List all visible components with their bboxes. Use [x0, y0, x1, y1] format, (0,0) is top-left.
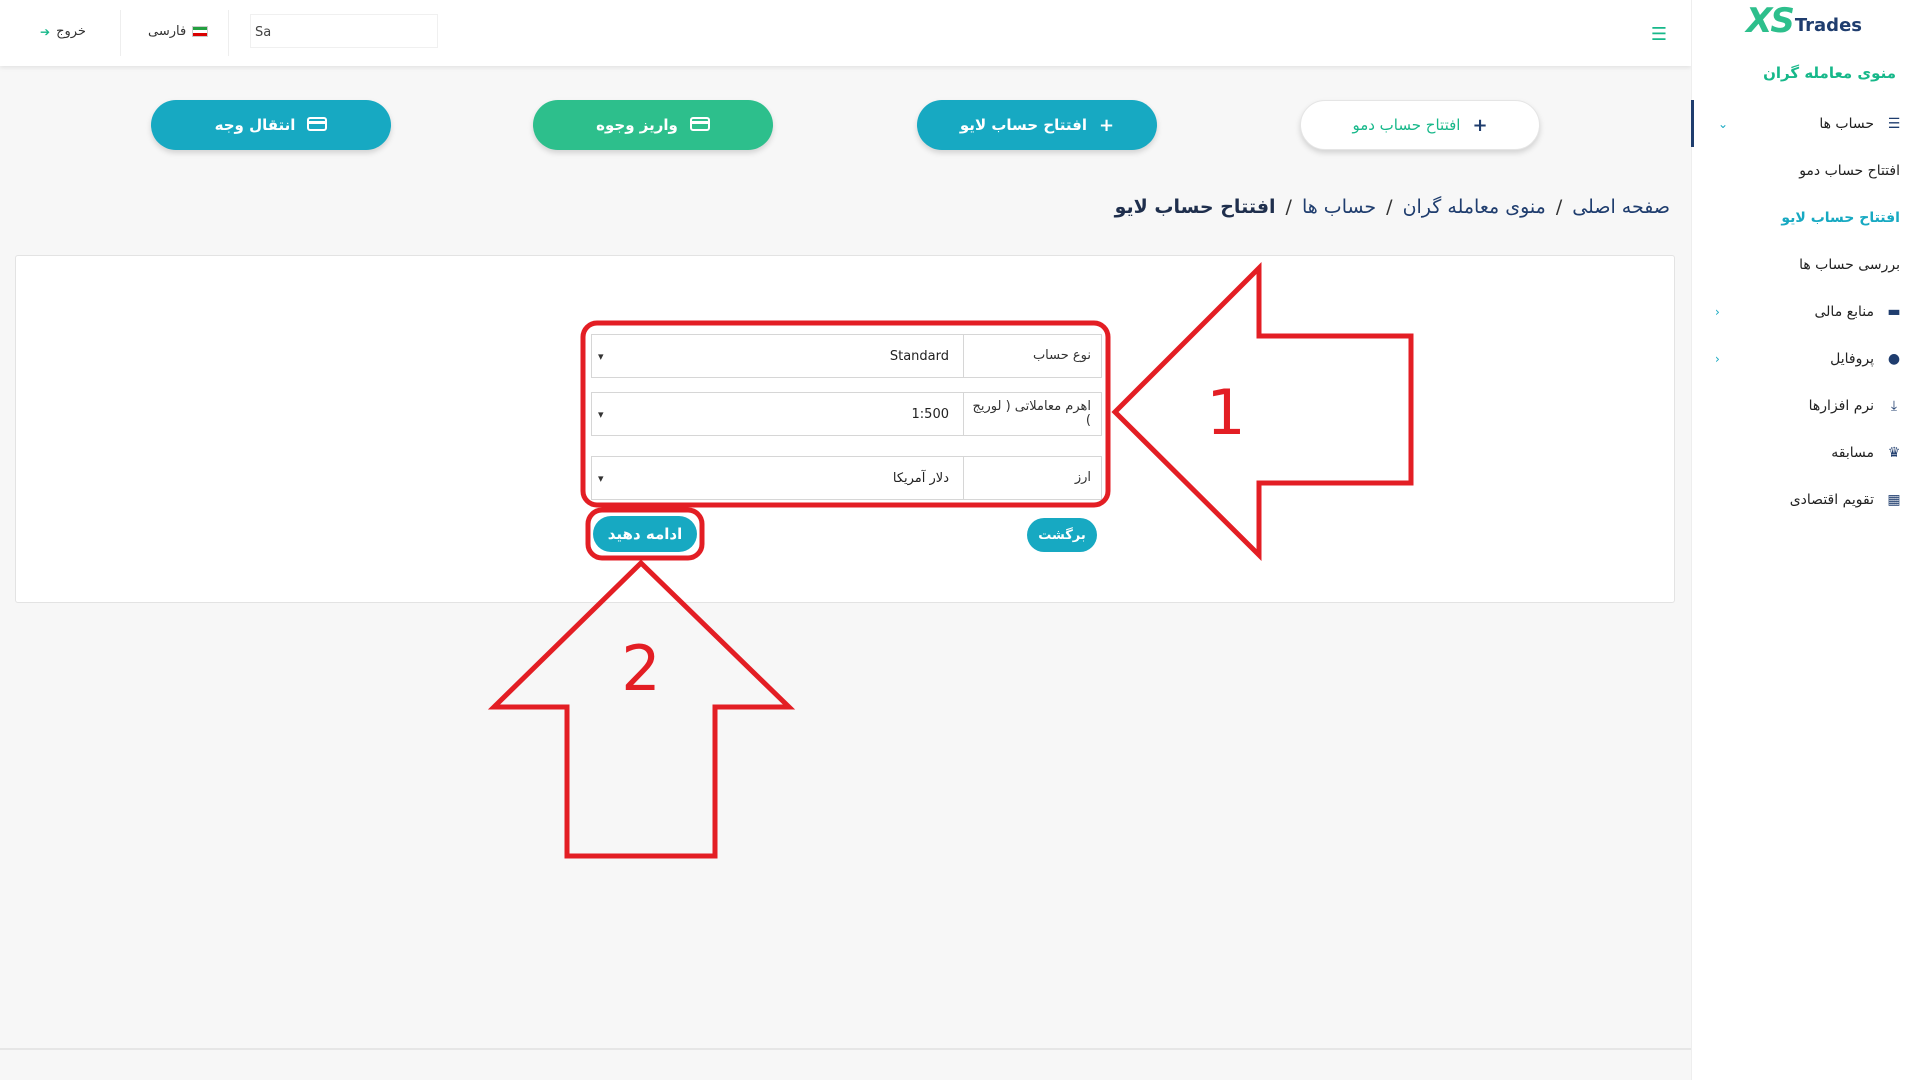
sidebar-menu: ☰ حساب ها ⌄ افتتاح حساب دمو افتتاح حساب …	[1691, 100, 1920, 523]
sidebar-item-label: منابع مالی	[1814, 303, 1875, 320]
account-type-value: Standard	[889, 348, 949, 364]
footer-divider	[0, 1048, 1691, 1050]
sign-out-icon: ➔	[40, 24, 51, 39]
breadcrumb-accounts[interactable]: حساب ها	[1302, 196, 1376, 218]
open-demo-account-label: افتتاح حساب دمو	[1352, 116, 1461, 134]
divider	[120, 10, 121, 56]
sidebar-item-accounts[interactable]: ☰ حساب ها ⌄	[1691, 100, 1920, 147]
credit-card-icon	[307, 115, 328, 136]
plus-icon: +	[1472, 114, 1488, 136]
arrow-up-annotation	[487, 559, 796, 859]
breadcrumb-current: افتتاح حساب لایو	[1114, 196, 1276, 218]
logo-xs: XS	[1746, 1, 1795, 41]
transfer-button[interactable]: انتقال وجه	[151, 100, 391, 150]
hamburger-menu-icon[interactable]: ☰	[1651, 24, 1667, 45]
sidebar-item-label: نرم افزارها	[1808, 397, 1874, 414]
trophy-icon: ♛	[1887, 444, 1901, 461]
sidebar-item-profile[interactable]: ● پروفایل ‹	[1691, 335, 1920, 382]
logout-label: خروج	[56, 24, 86, 39]
top-bar: خروج ➔ فارسی Sa ☰	[0, 0, 1691, 66]
currency-label: ارز	[963, 456, 1102, 500]
breadcrumb-separator: /	[1555, 196, 1563, 218]
leverage-value: 1:500	[911, 406, 949, 422]
language-label: فارسی	[148, 24, 187, 39]
leverage-label: اهرم معاملاتی ( لوریج )	[963, 392, 1102, 436]
breadcrumb-home[interactable]: صفحه اصلی	[1572, 196, 1670, 218]
deposit-label: واریز وجوه	[596, 116, 678, 134]
breadcrumb-separator: /	[1285, 196, 1292, 218]
currency-row: ارز دلار آمریکا ▾	[591, 456, 1102, 500]
leverage-select[interactable]: 1:500 ▾	[591, 392, 963, 436]
currency-select[interactable]: دلار آمریکا ▾	[591, 456, 963, 500]
plus-icon: +	[1099, 114, 1115, 136]
calendar-icon: ▦	[1887, 491, 1901, 508]
page: خروج ➔ فارسی Sa ☰ + افتتاح حساب دمو + اف…	[0, 0, 1920, 1080]
download-icon: ⤓	[1890, 397, 1898, 414]
logo-trades: Trades	[1794, 15, 1862, 36]
open-demo-account-button[interactable]: + افتتاح حساب دمو	[1300, 100, 1540, 150]
breadcrumb: صفحه اصلی / منوی معامله گران / حساب ها /…	[1115, 196, 1670, 218]
sidebar-item-label: حساب ها	[1819, 115, 1874, 132]
brand-logo[interactable]: XS Trades	[1746, 2, 1862, 38]
username-field[interactable]: Sa	[250, 14, 438, 48]
chevron-down-icon: ⌄	[1718, 116, 1729, 131]
annotation-label-2: 2	[621, 632, 660, 705]
leverage-row: اهرم معاملاتی ( لوریج ) 1:500 ▾	[591, 392, 1102, 436]
sidebar-item-open-live[interactable]: افتتاح حساب لایو	[1691, 194, 1920, 241]
sidebar: XS Trades منوی معامله گران ☰ حساب ها ⌄ ا…	[1691, 0, 1920, 1080]
account-type-row: نوع حساب Standard ▾	[591, 334, 1102, 378]
deposit-button[interactable]: واریز وجوه	[533, 100, 773, 150]
continue-button[interactable]: ادامه دهید	[593, 516, 697, 552]
sidebar-item-funds[interactable]: ▬ منابع مالی ‹	[1691, 288, 1920, 335]
sidebar-title: منوی معامله گران	[1763, 64, 1896, 82]
credit-card-icon	[689, 115, 710, 136]
chevron-down-icon: ▾	[598, 471, 604, 485]
sidebar-item-label: افتتاح حساب لایو	[1781, 209, 1900, 226]
sidebar-item-label: افتتاح حساب دمو	[1799, 162, 1900, 179]
open-live-account-button[interactable]: + افتتاح حساب لایو	[917, 100, 1157, 150]
sidebar-item-label: پروفایل	[1830, 350, 1874, 367]
currency-value: دلار آمریکا	[892, 470, 949, 486]
sidebar-item-label: تقویم اقتصادی	[1789, 491, 1874, 508]
chevron-left-icon: ‹	[1715, 351, 1720, 366]
chevron-down-icon: ▾	[598, 349, 604, 363]
chevron-down-icon: ▾	[598, 407, 604, 421]
sidebar-item-label: مسابقه	[1831, 444, 1874, 461]
sidebar-item-label: بررسی حساب ها	[1799, 256, 1900, 273]
back-button[interactable]: برگشت	[1027, 518, 1097, 552]
divider	[228, 10, 229, 56]
sidebar-item-software[interactable]: ⤓ نرم افزارها	[1691, 382, 1920, 429]
open-live-account-label: افتتاح حساب لایو	[959, 116, 1087, 134]
wallet-icon: ▬	[1887, 303, 1901, 320]
sidebar-item-contest[interactable]: ♛ مسابقه	[1691, 429, 1920, 476]
user-icon: ●	[1887, 350, 1901, 367]
iran-flag-icon	[192, 26, 209, 37]
transfer-label: انتقال وجه	[214, 116, 296, 134]
list-icon: ☰	[1887, 115, 1901, 132]
sidebar-item-calendar[interactable]: ▦ تقویم اقتصادی	[1691, 476, 1920, 523]
breadcrumb-traders-menu[interactable]: منوی معامله گران	[1403, 196, 1546, 218]
sidebar-item-review-accounts[interactable]: بررسی حساب ها	[1691, 241, 1920, 288]
logout-link[interactable]: خروج ➔	[40, 24, 86, 39]
sidebar-item-open-demo[interactable]: افتتاح حساب دمو	[1691, 147, 1920, 194]
account-type-label: نوع حساب	[963, 334, 1102, 378]
account-type-select[interactable]: Standard ▾	[591, 334, 963, 378]
language-selector[interactable]: فارسی	[148, 24, 209, 39]
breadcrumb-separator: /	[1386, 196, 1393, 218]
chevron-left-icon: ‹	[1715, 304, 1720, 319]
